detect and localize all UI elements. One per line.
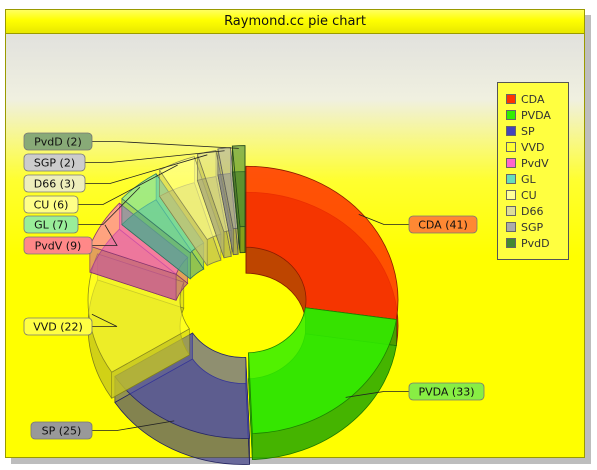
legend-label: PVDA xyxy=(521,109,551,122)
legend-swatch xyxy=(506,110,516,120)
legend-item-sgp: SGP xyxy=(506,220,543,235)
legend-label: PvdD xyxy=(521,237,550,250)
label-text-sgp: SGP (2) xyxy=(34,157,75,170)
label-text-pvda: PVDA (33) xyxy=(418,386,474,399)
legend-item-pvdv: PvdV xyxy=(506,156,549,171)
legend-swatch xyxy=(506,126,516,136)
chart-frame: Raymond.cc pie chart CDA (41) PVDA (33) SP… xyxy=(0,0,597,470)
label-text-vvd: VVD (22) xyxy=(33,321,83,334)
chart-legend: CDA PVDA SP VVD PvdV GL CU D66 SGP PvdD xyxy=(497,82,569,260)
legend-swatch xyxy=(506,222,516,232)
legend-label: SP xyxy=(521,125,535,138)
legend-swatch xyxy=(506,94,516,104)
legend-item-cu: CU xyxy=(506,188,537,203)
legend-label: D66 xyxy=(521,205,544,218)
legend-item-gl: GL xyxy=(506,172,536,187)
legend-swatch xyxy=(506,158,516,168)
legend-label: CDA xyxy=(521,93,545,106)
legend-label: CU xyxy=(521,189,537,202)
legend-item-pvda: PVDA xyxy=(506,108,551,123)
legend-item-sp: SP xyxy=(506,124,535,139)
legend-label: PvdV xyxy=(521,157,549,170)
legend-item-cda: CDA xyxy=(506,92,544,107)
label-text-cu: CU (6) xyxy=(34,199,69,212)
legend-item-pvdd: PvdD xyxy=(506,236,550,251)
legend-item-vvd: VVD xyxy=(506,140,545,155)
legend-swatch xyxy=(506,174,516,184)
legend-label: VVD xyxy=(521,141,545,154)
label-text-d66: D66 (3) xyxy=(34,178,76,191)
legend-swatch xyxy=(506,238,516,248)
legend-swatch xyxy=(506,142,516,152)
legend-label: SGP xyxy=(521,221,544,234)
label-text-sp: SP (25) xyxy=(42,425,82,438)
legend-label: GL xyxy=(521,173,536,186)
label-text-pvdd: PvdD (2) xyxy=(34,136,82,149)
label-leader xyxy=(92,141,239,149)
label-text-gl: GL (7) xyxy=(34,219,68,232)
legend-swatch xyxy=(506,206,516,216)
legend-item-d66: D66 xyxy=(506,204,543,219)
pie-slices xyxy=(87,145,399,465)
label-text-pvdv: PvdV (9) xyxy=(35,240,82,253)
pie-slice-pvda xyxy=(248,307,397,461)
label-text-cda: CDA (41) xyxy=(418,219,468,232)
legend-swatch xyxy=(506,190,516,200)
